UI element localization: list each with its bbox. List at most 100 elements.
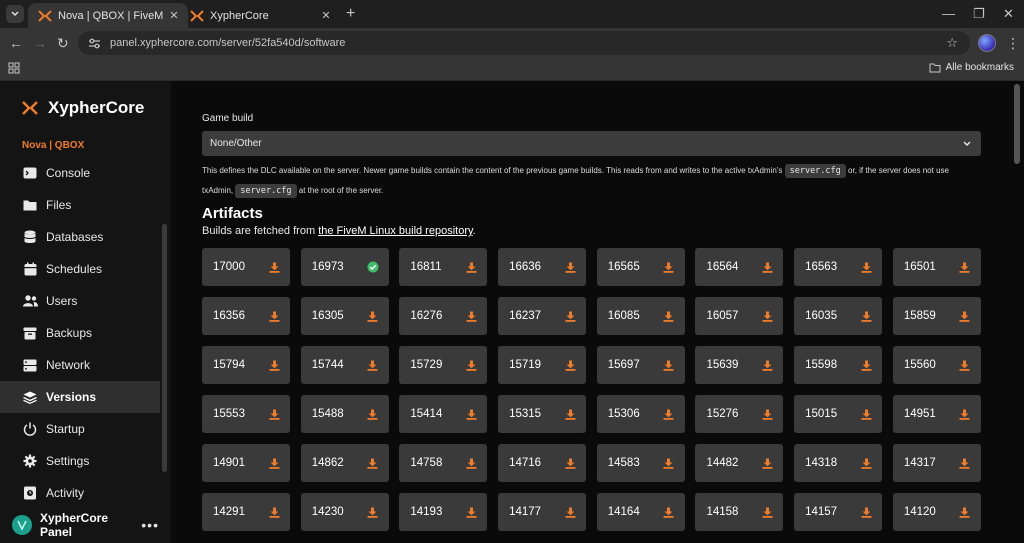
sidebar-item-schedules[interactable]: Schedules	[0, 253, 160, 285]
download-icon[interactable]	[663, 457, 675, 469]
game-build-select[interactable]: None/Other	[202, 131, 981, 156]
forward-icon[interactable]: →	[33, 35, 47, 51]
download-icon[interactable]	[761, 506, 773, 518]
sidebar-item-activity[interactable]: Activity	[0, 477, 160, 509]
build-card[interactable]: 15414	[399, 395, 488, 433]
download-icon[interactable]	[564, 261, 576, 273]
build-card[interactable]: 15598	[794, 346, 883, 384]
download-icon[interactable]	[860, 457, 872, 469]
build-card[interactable]: 14158	[695, 493, 784, 531]
download-icon[interactable]	[268, 261, 280, 273]
build-card[interactable]: 16276	[399, 297, 488, 335]
build-card[interactable]: 15697	[596, 346, 685, 384]
download-icon[interactable]	[465, 310, 477, 322]
download-icon[interactable]	[663, 310, 675, 322]
sidebar-item-databases[interactable]: Databases	[0, 221, 160, 253]
build-card[interactable]: 15276	[695, 395, 784, 433]
build-card[interactable]: 15488	[300, 395, 389, 433]
build-card[interactable]: 14482	[695, 444, 784, 482]
download-icon[interactable]	[367, 506, 379, 518]
build-card[interactable]: 14583	[596, 444, 685, 482]
download-icon[interactable]	[860, 261, 872, 273]
minimize-icon[interactable]: —	[942, 6, 955, 21]
sidebar-item-versions[interactable]: Versions	[0, 381, 160, 413]
profile-avatar[interactable]	[978, 34, 996, 52]
download-icon[interactable]	[959, 408, 971, 420]
download-icon[interactable]	[959, 457, 971, 469]
download-icon[interactable]	[663, 359, 675, 371]
build-card[interactable]: 15729	[399, 346, 488, 384]
download-icon[interactable]	[860, 310, 872, 322]
sidebar-item-backups[interactable]: Backups	[0, 317, 160, 349]
download-icon[interactable]	[367, 359, 379, 371]
build-card[interactable]: 15744	[300, 346, 389, 384]
download-icon[interactable]	[268, 506, 280, 518]
restore-icon[interactable]: ❐	[973, 6, 985, 22]
download-icon[interactable]	[465, 261, 477, 273]
back-icon[interactable]: ←	[9, 35, 23, 51]
sidebar-item-startup[interactable]: Startup	[0, 413, 160, 445]
download-icon[interactable]	[564, 408, 576, 420]
download-icon[interactable]	[367, 457, 379, 469]
download-icon[interactable]	[959, 261, 971, 273]
sidebar-item-settings[interactable]: Settings	[0, 445, 160, 477]
build-card[interactable]: 14318	[794, 444, 883, 482]
reload-icon[interactable]: ↻	[57, 35, 69, 51]
build-card[interactable]: 15859	[892, 297, 981, 335]
build-card[interactable]: 14758	[399, 444, 488, 482]
sidebar-item-files[interactable]: Files	[0, 189, 160, 221]
download-icon[interactable]	[761, 457, 773, 469]
tab-search-button[interactable]	[6, 5, 24, 23]
build-card[interactable]: 14317	[892, 444, 981, 482]
brand[interactable]: XypherCore	[22, 98, 144, 118]
build-card[interactable]: 14230	[300, 493, 389, 531]
sidebar-item-network[interactable]: Network	[0, 349, 160, 381]
build-card[interactable]: 14291	[202, 493, 290, 531]
download-icon[interactable]	[663, 408, 675, 420]
page-scrollbar[interactable]	[1014, 84, 1020, 164]
download-icon[interactable]	[663, 261, 675, 273]
build-card[interactable]: 14862	[300, 444, 389, 482]
build-card[interactable]: 16057	[695, 297, 784, 335]
sidebar-item-users[interactable]: Users	[0, 285, 160, 317]
build-card[interactable]: 16305	[300, 297, 389, 335]
build-card[interactable]: 16356	[202, 297, 290, 335]
sidebar-footer[interactable]: XypherCore Panel •••	[0, 506, 171, 543]
build-card[interactable]: 15560	[892, 346, 981, 384]
download-icon[interactable]	[465, 408, 477, 420]
tab-close-icon[interactable]: ✕	[318, 9, 334, 22]
download-icon[interactable]	[564, 359, 576, 371]
build-card[interactable]: 14951	[892, 395, 981, 433]
download-icon[interactable]	[860, 506, 872, 518]
download-icon[interactable]	[268, 408, 280, 420]
build-card[interactable]: 15794	[202, 346, 290, 384]
sidebar-item-console[interactable]: Console	[0, 157, 160, 189]
download-icon[interactable]	[564, 506, 576, 518]
download-icon[interactable]	[860, 408, 872, 420]
download-icon[interactable]	[663, 506, 675, 518]
build-card[interactable]: 16085	[596, 297, 685, 335]
download-icon[interactable]	[268, 310, 280, 322]
build-card[interactable]: 15306	[596, 395, 685, 433]
download-icon[interactable]	[564, 457, 576, 469]
site-info-icon[interactable]	[88, 38, 102, 49]
check-circle-icon[interactable]	[367, 261, 379, 273]
download-icon[interactable]	[959, 506, 971, 518]
build-card[interactable]: 15639	[695, 346, 784, 384]
browser-tab[interactable]: XypherCore ✕	[180, 3, 340, 28]
download-icon[interactable]	[564, 310, 576, 322]
download-icon[interactable]	[959, 359, 971, 371]
build-card[interactable]: 15553	[202, 395, 290, 433]
build-card[interactable]: 16636	[498, 248, 587, 286]
window-close-icon[interactable]: ✕	[1003, 6, 1014, 22]
download-icon[interactable]	[761, 408, 773, 420]
download-icon[interactable]	[465, 506, 477, 518]
build-card[interactable]: 16563	[794, 248, 883, 286]
build-card[interactable]: 16811	[399, 248, 488, 286]
download-icon[interactable]	[465, 457, 477, 469]
build-card[interactable]: 16564	[695, 248, 784, 286]
build-repository-link[interactable]: the FiveM Linux build repository	[318, 225, 472, 237]
build-card[interactable]: 16973	[300, 248, 389, 286]
address-bar[interactable]: panel.xyphercore.com/server/52fa540d/sof…	[78, 31, 970, 55]
browser-tab-active[interactable]: Nova | QBOX | FiveM Software ✕	[28, 3, 188, 28]
